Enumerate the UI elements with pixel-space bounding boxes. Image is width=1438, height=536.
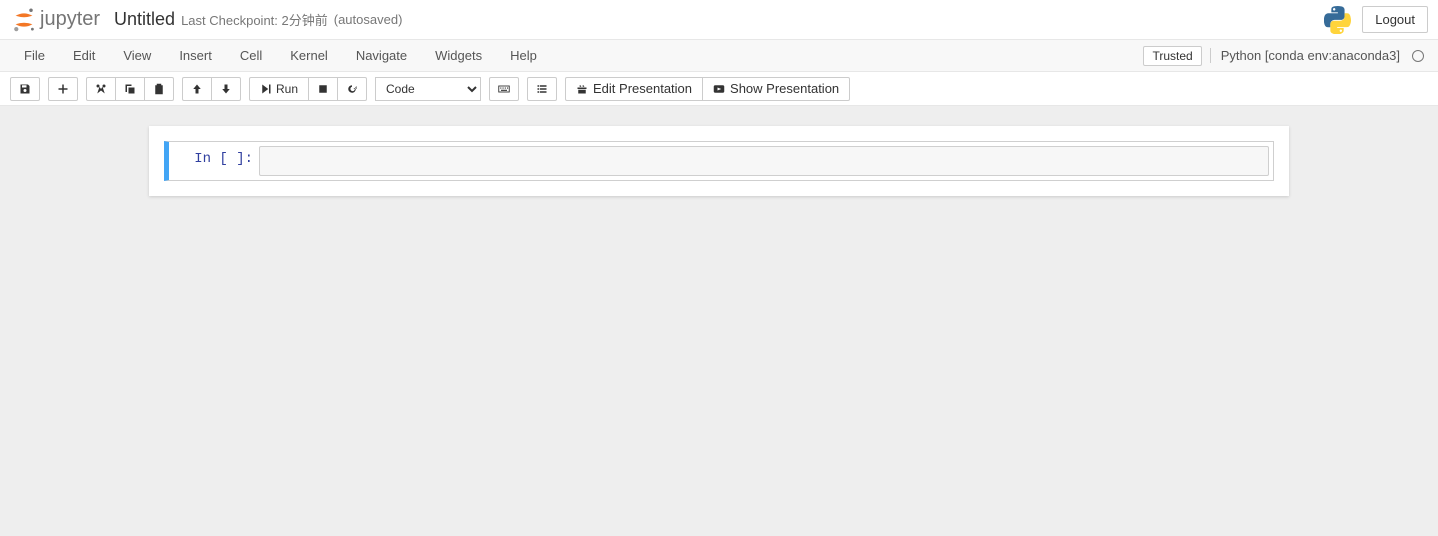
notebook-content: In [ ]: <box>0 106 1438 536</box>
edit-presentation-button[interactable]: Edit Presentation <box>565 77 703 101</box>
cell-type-select[interactable]: Code <box>375 77 481 101</box>
play-icon <box>713 83 725 95</box>
menu-navigate[interactable]: Navigate <box>342 42 421 69</box>
paste-button[interactable] <box>145 77 174 101</box>
stop-icon <box>317 83 329 95</box>
cut-button[interactable] <box>86 77 116 101</box>
copy-button[interactable] <box>116 77 145 101</box>
add-cell-button[interactable] <box>48 77 78 101</box>
paste-icon <box>153 83 165 95</box>
jupyter-logo[interactable]: jupyter <box>10 6 100 34</box>
notebook-name[interactable]: Untitled <box>114 9 175 30</box>
keyboard-icon <box>498 83 510 95</box>
kernel-indicator-icon <box>1412 50 1424 62</box>
menu-edit[interactable]: Edit <box>59 42 109 69</box>
move-down-button[interactable] <box>212 77 241 101</box>
kernel-name[interactable]: Python [conda env:anaconda3] <box>1210 48 1400 63</box>
jupyter-icon <box>10 6 38 34</box>
run-icon <box>260 83 272 95</box>
restart-icon <box>346 83 358 95</box>
trusted-badge[interactable]: Trusted <box>1143 46 1201 66</box>
restart-button[interactable] <box>338 77 367 101</box>
input-prompt: In [ ]: <box>169 142 259 180</box>
toolbar: Run Code Edit Presentation Show Presenta… <box>0 72 1438 106</box>
menubar: File Edit View Insert Cell Kernel Naviga… <box>0 40 1438 72</box>
menu-view[interactable]: View <box>109 42 165 69</box>
menu-kernel[interactable]: Kernel <box>276 42 342 69</box>
save-icon <box>19 83 31 95</box>
jupyter-text: jupyter <box>40 8 100 31</box>
toc-button[interactable] <box>527 77 557 101</box>
scissors-icon <box>95 83 107 95</box>
list-icon <box>536 83 548 95</box>
menu-insert[interactable]: Insert <box>165 42 226 69</box>
show-presentation-button[interactable]: Show Presentation <box>703 77 850 101</box>
run-button[interactable]: Run <box>249 77 309 101</box>
gift-icon <box>576 83 588 95</box>
notebook-container: In [ ]: <box>149 126 1289 196</box>
arrow-up-icon <box>191 83 203 95</box>
menu-help[interactable]: Help <box>496 42 551 69</box>
autosave-status: (autosaved) <box>334 12 403 27</box>
plus-icon <box>57 83 69 95</box>
save-button[interactable] <box>10 77 40 101</box>
menu-widgets[interactable]: Widgets <box>421 42 496 69</box>
arrow-down-icon <box>220 83 232 95</box>
command-palette-button[interactable] <box>489 77 519 101</box>
menu-cell[interactable]: Cell <box>226 42 276 69</box>
code-cell[interactable]: In [ ]: <box>164 141 1274 181</box>
menu-file[interactable]: File <box>10 42 59 69</box>
code-input[interactable] <box>259 146 1269 176</box>
copy-icon <box>124 83 136 95</box>
header: jupyter Untitled Last Checkpoint: 2分钟前 (… <box>0 0 1438 40</box>
checkpoint-status: Last Checkpoint: 2分钟前 <box>181 10 328 29</box>
interrupt-button[interactable] <box>309 77 338 101</box>
python-icon <box>1324 6 1352 34</box>
move-up-button[interactable] <box>182 77 212 101</box>
logout-button[interactable]: Logout <box>1362 6 1428 33</box>
